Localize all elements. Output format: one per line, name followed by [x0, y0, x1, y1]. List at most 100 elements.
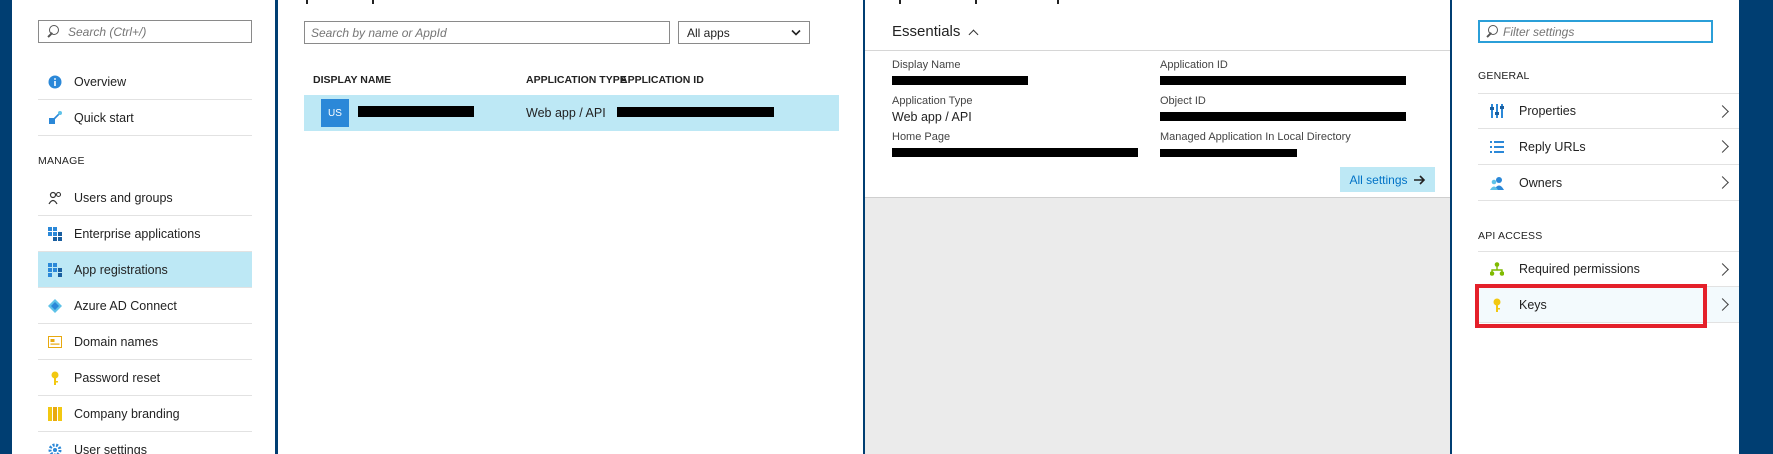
- app-toolbar: [899, 0, 1067, 4]
- toolbar-delete-button[interactable]: [1057, 0, 1067, 4]
- nav-item-label: User settings: [74, 443, 147, 454]
- column-header-display-name[interactable]: DISPLAY NAME: [313, 74, 391, 86]
- settings-item-owners[interactable]: Owners: [1478, 165, 1739, 201]
- nav-item-app-registrations[interactable]: App registrations: [38, 252, 252, 288]
- toolbar-add-button[interactable]: [306, 0, 316, 4]
- filter-settings-box[interactable]: [1478, 20, 1713, 43]
- enterprise-apps-icon: [48, 226, 62, 241]
- redacted-object-id-value: [1160, 112, 1406, 121]
- application-type-label: Application Type: [892, 95, 973, 107]
- key-icon: [48, 371, 62, 385]
- keys-highlight-box: [1475, 284, 1707, 328]
- managed-application-label: Managed Application In Local Directory: [1160, 131, 1351, 143]
- settings-item-properties[interactable]: Properties: [1478, 93, 1739, 129]
- settings-item-label: Reply URLs: [1519, 139, 1586, 154]
- row-application-type: Web app / API: [526, 106, 606, 120]
- section-general: GENERAL: [1478, 70, 1530, 82]
- settings-blade: GENERAL Properties Reply URLs Owners API…: [1452, 0, 1739, 454]
- chevron-right-icon: [1716, 105, 1729, 118]
- all-settings-label: All settings: [1349, 172, 1408, 187]
- redacted-application-id: [617, 107, 774, 117]
- settings-item-label: Owners: [1519, 175, 1563, 190]
- nav-item-overview[interactable]: Overview: [38, 64, 252, 100]
- nav-item-label: Domain names: [74, 334, 159, 349]
- app-search-input[interactable]: [305, 25, 669, 40]
- nav-item-label: Enterprise applications: [74, 226, 201, 241]
- nav-item-user-settings[interactable]: User settings: [38, 432, 252, 454]
- chevron-right-icon: [1716, 140, 1729, 153]
- avatar: US: [321, 99, 349, 127]
- nav-search-input[interactable]: [62, 24, 251, 39]
- quickstart-icon: [48, 110, 62, 125]
- all-settings-button[interactable]: All settings: [1340, 167, 1435, 192]
- essentials-toggle[interactable]: Essentials: [892, 23, 979, 40]
- properties-icon: [1490, 104, 1504, 118]
- nav-item-enterprise-applications[interactable]: Enterprise applications: [38, 216, 252, 252]
- gear-icon: [899, 0, 909, 4]
- chevron-down-icon: [791, 29, 801, 36]
- nav-item-company-branding[interactable]: Company branding: [38, 396, 252, 432]
- app-filter-value: All apps: [687, 25, 730, 40]
- list-toolbar: [306, 0, 382, 4]
- nav-item-domain-names[interactable]: Domain names: [38, 324, 252, 360]
- filter-settings-input[interactable]: [1501, 24, 1711, 39]
- app-registrations-icon: [48, 262, 62, 277]
- toolbar-settings-button[interactable]: [899, 0, 909, 4]
- info-icon: [48, 75, 62, 89]
- ad-connect-icon: [48, 298, 62, 313]
- nav-item-label: Overview: [74, 74, 127, 89]
- reply-urls-icon: [1490, 140, 1504, 154]
- delete-icon: [1057, 0, 1067, 4]
- display-name-label: Display Name: [892, 59, 961, 71]
- nav-search-box[interactable]: [38, 20, 252, 43]
- nav-item-azure-ad-connect[interactable]: Azure AD Connect: [38, 288, 252, 324]
- essentials-title: Essentials: [892, 23, 961, 40]
- manifest-icon: [975, 0, 985, 4]
- home-page-label: Home Page: [892, 131, 951, 143]
- settings-item-reply-urls[interactable]: Reply URLs: [1478, 129, 1739, 165]
- users-icon: [48, 191, 62, 205]
- object-id-label: Object ID: [1160, 95, 1206, 107]
- domain-icon: [48, 335, 62, 349]
- chevron-right-icon: [1716, 263, 1729, 276]
- redacted-display-name: [358, 106, 474, 117]
- permissions-icon: [1490, 262, 1504, 276]
- divider: [865, 50, 1450, 51]
- nav-item-quick-start[interactable]: Quick start: [38, 100, 252, 136]
- owners-icon: [1490, 176, 1504, 190]
- column-header-application-type[interactable]: APPLICATION TYPE: [526, 74, 627, 86]
- arrow-right-icon: [1413, 174, 1425, 185]
- application-id-label: Application ID: [1160, 59, 1228, 71]
- endpoints-icon: [372, 0, 382, 4]
- settings-item-required-permissions[interactable]: Required permissions: [1478, 251, 1739, 287]
- nav-blade: Overview Quick start MANAGE Users and gr…: [12, 0, 275, 454]
- section-manage: MANAGE: [38, 155, 85, 167]
- nav-item-password-reset[interactable]: Password reset: [38, 360, 252, 396]
- search-icon: [1483, 23, 1501, 41]
- chevron-right-icon: [1716, 176, 1729, 189]
- redacted-managed-application-link[interactable]: [1160, 149, 1297, 157]
- toolbar-manifest-button[interactable]: [975, 0, 985, 4]
- nav-item-label: Company branding: [74, 406, 180, 421]
- nav-item-label: Users and groups: [74, 190, 173, 205]
- nav-item-users-and-groups[interactable]: Users and groups: [38, 180, 252, 216]
- section-api-access: API ACCESS: [1478, 230, 1543, 242]
- settings-item-label: Properties: [1519, 104, 1576, 118]
- chevron-up-icon: [968, 29, 979, 40]
- app-search-box[interactable]: [304, 21, 670, 44]
- redacted-home-page-link[interactable]: [892, 148, 1138, 157]
- redacted-application-id-value: [1160, 76, 1406, 85]
- app-filter-select[interactable]: All apps: [678, 21, 810, 44]
- redacted-display-name-value: [892, 76, 1028, 85]
- nav-item-label: Azure AD Connect: [74, 298, 177, 313]
- nav-item-label: App registrations: [74, 262, 168, 277]
- chevron-right-icon: [1716, 298, 1729, 311]
- settings-item-label: Required permissions: [1519, 262, 1640, 276]
- add-icon: [306, 0, 316, 4]
- column-header-application-id[interactable]: APPLICATION ID: [620, 74, 704, 86]
- branding-icon: [48, 406, 62, 421]
- gear-icon: [48, 443, 62, 454]
- table-row[interactable]: US Web app / API: [304, 95, 839, 131]
- app-detail-blade: Essentials Display Name Application Type…: [865, 0, 1450, 454]
- toolbar-endpoints-button[interactable]: [372, 0, 382, 4]
